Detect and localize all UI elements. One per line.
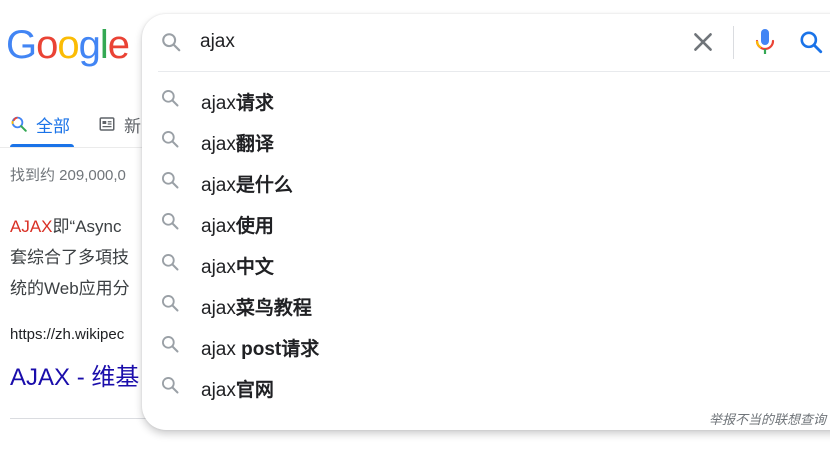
search-submit-icon[interactable] xyxy=(798,29,824,55)
search-icon xyxy=(162,172,179,189)
logo-letter: o xyxy=(57,23,79,67)
tab-all-label: 全部 xyxy=(36,116,70,136)
suggestion-list: ajax请求 ajax翻译 ajax是什么 ajax使用 ajax中文 ajax… xyxy=(142,78,830,406)
suggestion-completion: 是什么 xyxy=(235,175,293,196)
logo-letter: o xyxy=(36,23,58,67)
search-input[interactable] xyxy=(200,28,660,56)
suggestion-text: ajax post请求 xyxy=(201,334,319,361)
logo-letter: e xyxy=(107,23,130,67)
report-suggestions-link[interactable]: 举报不当的联想查询 xyxy=(709,409,826,428)
suggestion-text: ajax是什么 xyxy=(201,170,293,197)
suggestion-text: ajax使用 xyxy=(201,211,274,238)
search-bar-separator xyxy=(733,26,734,59)
suggestion-prefix: ajax xyxy=(201,93,236,114)
suggestion-prefix: ajax xyxy=(201,339,242,360)
suggestion-text: ajax中文 xyxy=(201,252,274,279)
microphone-icon[interactable] xyxy=(753,27,777,57)
search-icon xyxy=(162,377,179,394)
search-icon xyxy=(11,116,27,132)
suggestion-item[interactable]: ajax请求 xyxy=(142,78,830,119)
logo-letter: G xyxy=(6,23,37,67)
snippet-line-2: 套综合了多項技 xyxy=(10,248,129,267)
search-icon xyxy=(162,295,179,312)
suggestion-prefix: ajax xyxy=(201,257,236,278)
close-icon[interactable] xyxy=(690,29,716,55)
snippet-line-3: 统的Web应用分 xyxy=(10,279,130,298)
search-icon xyxy=(162,131,179,148)
google-logo[interactable]: G o o g l e xyxy=(6,23,130,67)
suggestion-text: ajax官网 xyxy=(201,375,274,402)
suggestion-prefix: ajax xyxy=(201,175,236,196)
suggestion-completion: 翻译 xyxy=(235,134,274,155)
suggestion-completion: post请求 xyxy=(241,339,320,360)
logo-letter: l xyxy=(99,23,109,67)
search-bar-divider xyxy=(158,71,830,72)
tab-all[interactable]: 全部 xyxy=(10,112,70,137)
news-icon xyxy=(99,117,115,131)
suggestion-item[interactable]: ajax中文 xyxy=(142,242,830,283)
search-bar xyxy=(142,14,830,71)
search-icon xyxy=(162,90,179,107)
suggestion-item[interactable]: ajax使用 xyxy=(142,201,830,242)
result-divider xyxy=(10,418,150,419)
logo-letter: g xyxy=(78,23,101,67)
result-snippet: AJAX即“Async 套综合了多項技 统的Web应用分 xyxy=(10,211,130,304)
result-url: https://zh.wikipec xyxy=(10,326,125,343)
snippet-highlight: AJAX xyxy=(10,217,53,236)
suggestion-completion: 官网 xyxy=(235,380,274,401)
snippet-line-1: AJAX即“Async xyxy=(10,211,130,242)
suggestion-text: ajax请求 xyxy=(201,88,274,115)
search-icon xyxy=(162,336,179,353)
suggestion-item[interactable]: ajax post请求 xyxy=(142,324,830,365)
search-tabs: 全部 新 xyxy=(10,106,141,142)
result-title-link[interactable]: AJAX - 维基 xyxy=(10,357,139,392)
search-icon xyxy=(162,253,179,271)
suggestion-text: ajax菜鸟教程 xyxy=(201,293,312,320)
suggestion-item[interactable]: ajax翻译 xyxy=(142,119,830,160)
suggestion-completion: 使用 xyxy=(235,216,274,237)
suggestion-completion: 请求 xyxy=(235,93,274,114)
result-stats: 找到约 209,000,0 xyxy=(10,167,126,184)
suggestion-prefix: ajax xyxy=(201,216,236,237)
suggestion-completion: 菜鸟教程 xyxy=(235,298,312,319)
tab-news[interactable]: 新 xyxy=(98,112,141,137)
suggestion-item[interactable]: ajax是什么 xyxy=(142,160,830,201)
suggestion-prefix: ajax xyxy=(201,380,236,401)
suggestion-prefix: ajax xyxy=(201,134,236,155)
suggestion-prefix: ajax xyxy=(201,298,236,319)
search-autocomplete-panel: ajax请求 ajax翻译 ajax是什么 ajax使用 ajax中文 ajax… xyxy=(142,14,830,430)
snippet-line-1-rest: 即“Async xyxy=(52,217,122,236)
suggestion-item[interactable]: ajax菜鸟教程 xyxy=(142,283,830,324)
suggestion-text: ajax翻译 xyxy=(201,129,274,156)
search-icon xyxy=(162,33,181,52)
suggestion-item[interactable]: ajax官网 xyxy=(142,365,830,406)
tab-news-label: 新 xyxy=(124,116,141,136)
suggestion-completion: 中文 xyxy=(235,257,274,278)
search-icon xyxy=(162,213,179,230)
